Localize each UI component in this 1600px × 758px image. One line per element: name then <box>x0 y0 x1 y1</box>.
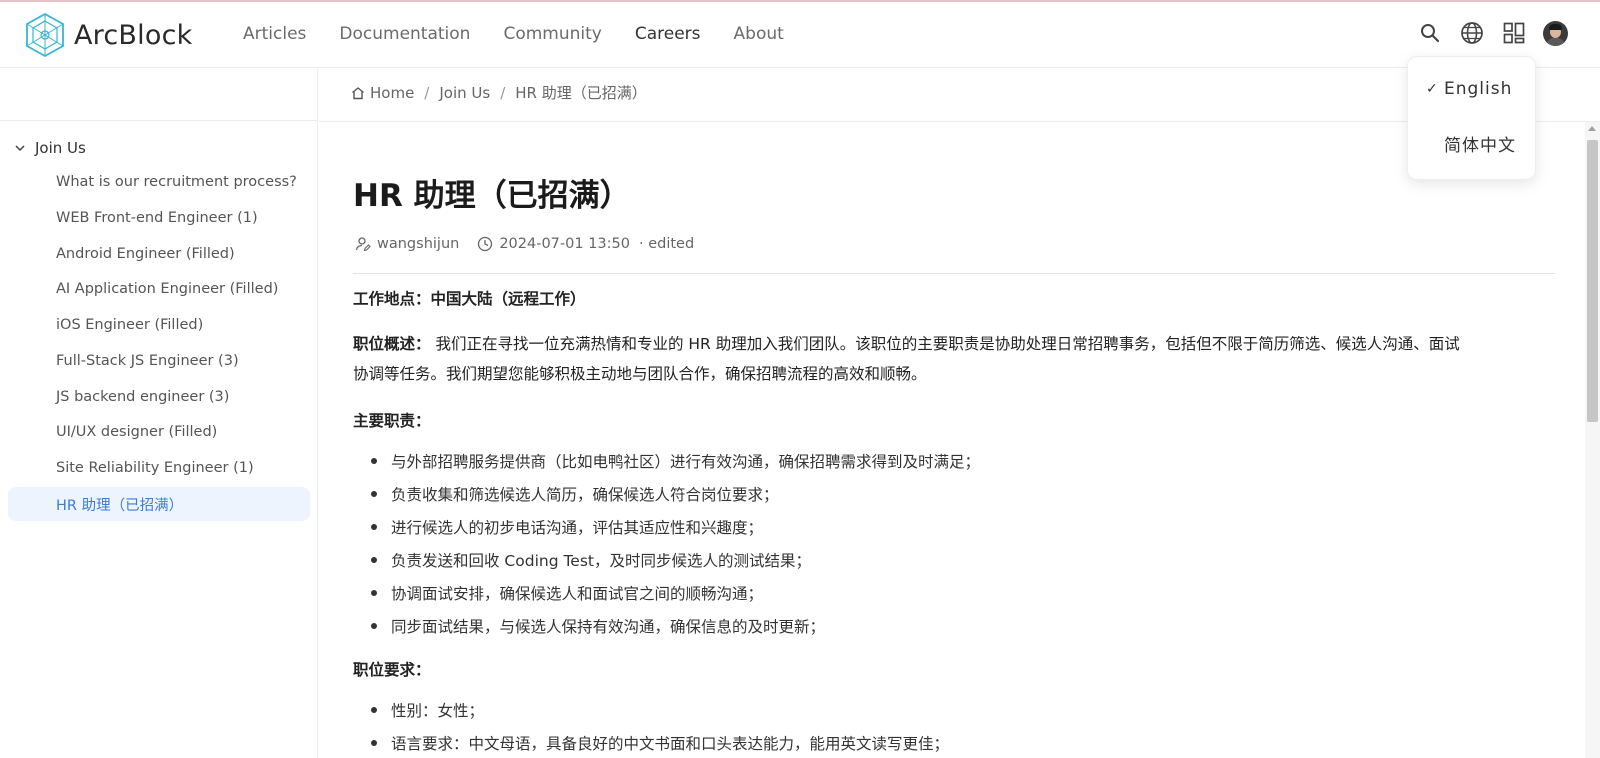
location-line: 工作地点：中国大陆（远程工作） <box>353 284 586 314</box>
overview-label: 职位概述： <box>353 335 431 353</box>
location-value: 中国大陆（远程工作） <box>430 290 586 308</box>
main-nav: Articles Documentation Community Careers… <box>243 24 817 44</box>
overview-text-1: 我们正在寻找一位充满热情和专业的 HR 助理加入我们团队。该职位的主要职责是协助… <box>435 335 1460 353</box>
requirements-heading: 职位要求： <box>353 661 431 679</box>
author[interactable]: wangshijun <box>355 236 459 252</box>
language-menu: ✓ English 简体中文 <box>1407 56 1536 180</box>
sidebar-item-hr-assistant[interactable]: HR 助理（已招满） <box>8 487 310 521</box>
overview-paragraph: 职位概述： 我们正在寻找一位充满热情和专业的 HR 助理加入我们团队。该职位的主… <box>353 329 1555 389</box>
requirements-list: 性别：女性； 语言要求：中文母语，具备良好的中文书面和口头表达能力，能用英文读写… <box>371 693 949 758</box>
breadcrumb-home-label: Home <box>370 83 415 102</box>
arcblock-logo-icon <box>26 12 64 58</box>
nav-articles[interactable]: Articles <box>243 24 306 44</box>
check-icon: ✓ <box>1426 81 1438 97</box>
user-avatar[interactable] <box>1543 20 1568 46</box>
page-title: HR 助理（已招满） <box>353 178 631 214</box>
list-item: 与外部招聘服务提供商（比如电鸭社区）进行有效沟通，确保招聘需求得到及时满足； <box>371 444 980 477</box>
sidebar-item-sre[interactable]: Site Reliability Engineer (1) <box>8 451 310 485</box>
list-item: 负责发送和回收 Coding Test，及时同步候选人的测试结果； <box>371 543 980 576</box>
brand-name: ArcBlock <box>74 19 193 51</box>
user-edit-icon <box>355 237 371 252</box>
sidebar-item-recruitment-process[interactable]: What is our recruitment process? <box>8 165 310 199</box>
sidebar-item-android[interactable]: Android Engineer (Filled) <box>8 237 310 271</box>
breadcrumb-separator: / <box>500 83 506 102</box>
nav-about[interactable]: About <box>734 24 784 44</box>
site-header: ArcBlock Articles Documentation Communit… <box>0 2 1600 68</box>
list-item: 负责收集和筛选候选人简历，确保候选人符合岗位要求； <box>371 477 980 510</box>
author-name: wangshijun <box>377 236 460 252</box>
language-option-chinese[interactable]: 简体中文 <box>1408 123 1537 163</box>
nav-documentation[interactable]: Documentation <box>339 24 470 44</box>
publish-time: 2024-07-01 13:50 · edited <box>477 236 694 252</box>
sidebar-item-fullstack-js[interactable]: Full-Stack JS Engineer (3) <box>8 344 310 378</box>
docs-sidebar: Join Us What is our recruitment process?… <box>0 69 318 758</box>
sidebar-group-label: Join Us <box>35 139 86 157</box>
nav-careers[interactable]: Careers <box>635 24 701 44</box>
breadcrumb-join-us[interactable]: Join Us <box>439 84 490 102</box>
apps-grid-icon[interactable] <box>1501 20 1527 46</box>
scrollbar-thumb[interactable] <box>1587 140 1598 422</box>
scroll-up-arrow-icon[interactable] <box>1588 126 1596 131</box>
brand-logo[interactable]: ArcBlock <box>24 12 192 58</box>
list-item: 语言要求：中文母语，具备良好的中文书面和口头表达能力，能用英文读写更佳； <box>371 726 949 758</box>
home-icon <box>352 86 364 99</box>
breadcrumb: Home / Join Us / HR 助理（已招满） <box>351 82 647 103</box>
sidebar-item-ios[interactable]: iOS Engineer (Filled) <box>8 308 310 342</box>
breadcrumb-separator: / <box>424 83 430 102</box>
sidebar-item-ai-application[interactable]: AI Application Engineer (Filled) <box>8 272 310 306</box>
sidebar-item-uiux[interactable]: UI/UX designer (Filled) <box>8 415 310 449</box>
nav-community[interactable]: Community <box>503 24 601 44</box>
search-icon[interactable] <box>1417 20 1443 46</box>
list-item: 性别：女性； <box>371 693 949 726</box>
page-scrollbar[interactable] <box>1585 122 1600 758</box>
article-meta: wangshijun 2024-07-01 13:50 · edited <box>355 236 712 252</box>
edited-tag: · edited <box>639 236 695 252</box>
breadcrumb-current: HR 助理（已招满） <box>515 84 647 102</box>
chevron-down-icon <box>15 145 25 152</box>
sidebar-group-join-us[interactable]: Join Us <box>14 139 86 157</box>
location-label: 工作地点： <box>353 290 431 308</box>
sidebar-item-web-frontend[interactable]: WEB Front-end Engineer (1) <box>8 201 310 235</box>
language-label: 简体中文 <box>1444 135 1516 156</box>
duties-heading: 主要职责： <box>353 412 431 430</box>
list-item: 同步面试结果，与候选人保持有效沟通，确保信息的及时更新； <box>371 609 980 642</box>
duties-list: 与外部招聘服务提供商（比如电鸭社区）进行有效沟通，确保招聘需求得到及时满足； 负… <box>371 444 980 642</box>
publish-datetime: 2024-07-01 13:50 <box>499 236 630 252</box>
language-option-english[interactable]: ✓ English <box>1408 69 1537 109</box>
clock-icon <box>478 236 493 252</box>
globe-icon[interactable] <box>1459 20 1485 46</box>
list-item: 协调面试安排，确保候选人和面试官之间的顺畅沟通； <box>371 576 980 609</box>
meta-divider <box>353 273 1555 274</box>
overview-text-2: 协调等任务。我们期望您能够积极主动地与团队合作，确保招聘流程的高效和顺畅。 <box>353 365 927 383</box>
sidebar-item-js-backend[interactable]: JS backend engineer (3) <box>8 380 310 414</box>
list-item: 进行候选人的初步电话沟通，评估其适应性和兴趣度； <box>371 510 980 543</box>
language-label: English <box>1444 79 1513 99</box>
breadcrumb-home[interactable]: Home <box>351 84 414 102</box>
sidebar-top-spacer <box>0 69 317 121</box>
header-actions <box>1401 20 1568 46</box>
